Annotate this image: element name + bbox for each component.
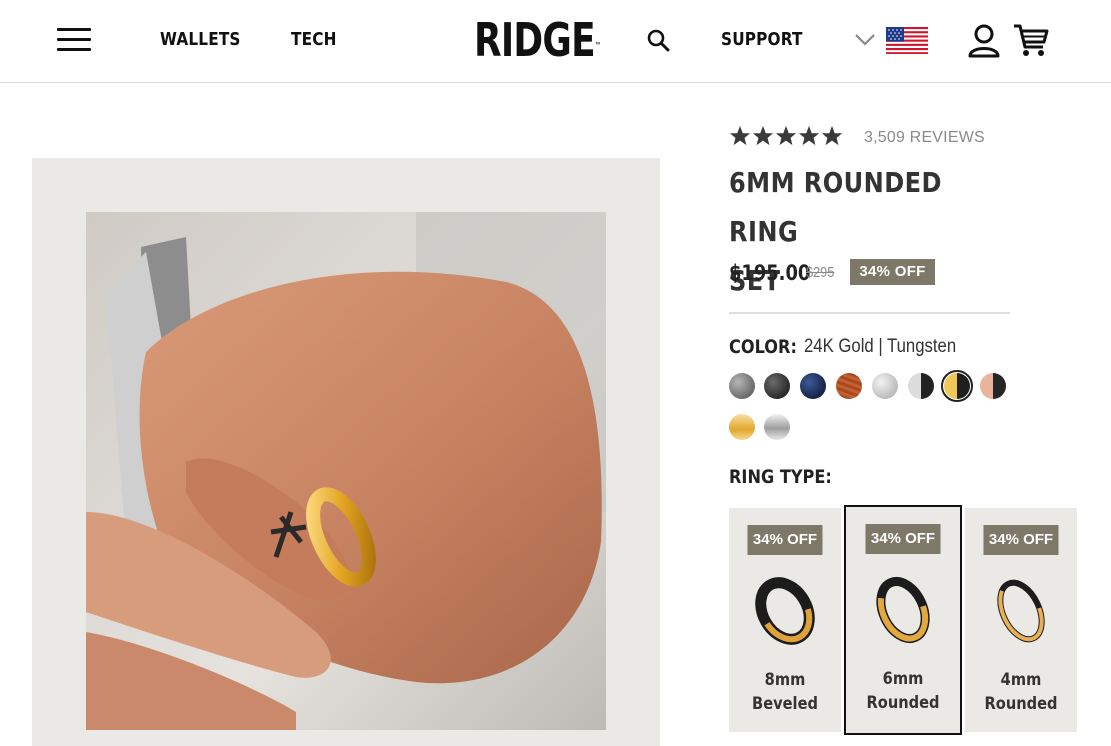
user-icon[interactable] <box>966 22 1002 58</box>
cart-icon[interactable] <box>1012 22 1050 60</box>
nav-support[interactable]: SUPPORT <box>721 29 803 50</box>
swatch-navy[interactable] <box>800 373 826 399</box>
swatch-rose-gold-black[interactable] <box>980 373 1006 399</box>
ring-type-name: 6mm Rounded <box>846 667 960 715</box>
star-icon <box>752 125 774 146</box>
logo-text: RIDGE <box>474 13 596 67</box>
nav-wallets[interactable]: WALLETS <box>160 29 241 50</box>
ring-type-8mm-beveled[interactable]: 34% OFF 8mm Beveled <box>729 508 841 732</box>
us-flag-icon[interactable] <box>886 27 928 54</box>
swatch-black-gold[interactable] <box>941 370 973 402</box>
ring-size: 8mm <box>764 670 806 690</box>
ring-image <box>752 576 818 646</box>
ring-style: Rounded <box>984 694 1058 714</box>
title-line-1: 6MM ROUNDED RING <box>729 166 942 248</box>
ring-style: Rounded <box>866 693 940 713</box>
discount-badge: 34% OFF <box>850 259 935 285</box>
nav-tech[interactable]: TECH <box>291 29 337 50</box>
ridge-logo[interactable]: RIDGE™ <box>474 14 601 66</box>
ring-size: 6mm <box>882 669 924 689</box>
ring-image <box>870 575 936 645</box>
star-icon <box>821 125 843 146</box>
chevron-down-icon[interactable] <box>854 33 876 47</box>
original-price: $295 <box>806 264 835 281</box>
swatch-gunmetal[interactable] <box>729 373 755 399</box>
logo-trademark: ™ <box>594 41 602 50</box>
ring-type-name: 8mm Beveled <box>729 668 841 716</box>
star-icon <box>729 125 751 146</box>
search-icon[interactable] <box>646 28 670 52</box>
product-photo[interactable] <box>86 212 606 730</box>
ring-size: 4mm <box>1000 670 1042 690</box>
discount-badge: 34% OFF <box>983 525 1059 555</box>
color-value: 24K Gold | Tungsten <box>804 336 957 357</box>
discount-badge: 34% OFF <box>865 524 941 554</box>
divider <box>729 312 1010 314</box>
swatch-silver[interactable] <box>764 414 790 440</box>
ring-type-label: RING TYPE: <box>729 466 832 488</box>
reviews-count[interactable]: 3,509 REVIEWS <box>864 129 985 147</box>
ring-style: Beveled <box>752 694 818 714</box>
swatch-black-silver[interactable] <box>908 373 934 399</box>
ring-type-6mm-rounded[interactable]: 34% OFF 6mm Rounded <box>844 505 962 735</box>
sale-price: $195.00 <box>729 261 811 285</box>
discount-badge: 34% OFF <box>747 525 823 555</box>
swatch-matte-black[interactable] <box>764 373 790 399</box>
rating-stars[interactable] <box>729 125 843 147</box>
menu-icon[interactable] <box>57 28 91 52</box>
ring-image <box>988 576 1054 646</box>
ring-type-name: 4mm Rounded <box>965 668 1077 716</box>
swatch-wood[interactable] <box>836 373 862 399</box>
color-label: COLOR: <box>729 336 797 358</box>
swatch-silver-sparkle[interactable] <box>872 373 898 399</box>
site-header: WALLETS TECH RIDGE™ SUPPORT <box>0 0 1111 83</box>
star-icon <box>798 125 820 146</box>
ring-type-4mm-rounded[interactable]: 34% OFF 4mm Rounded <box>965 508 1077 732</box>
swatch-gold[interactable] <box>729 414 755 440</box>
star-icon <box>775 125 797 146</box>
